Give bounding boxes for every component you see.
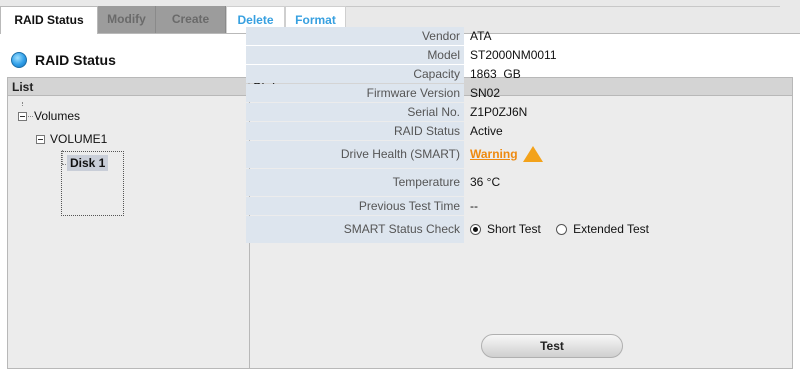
list-header: List <box>8 78 249 96</box>
model-label: Model <box>246 46 464 64</box>
status-row: RAID Status Active <box>246 122 776 140</box>
status-row: SMART Status Check Short Test Extended T… <box>246 216 776 243</box>
warning-link[interactable]: Warning <box>470 147 518 161</box>
drive-health-label: Drive Health (SMART) <box>246 141 464 168</box>
collapse-volumes-icon[interactable] <box>18 112 27 121</box>
smart-check-label: SMART Status Check <box>246 216 464 243</box>
test-button[interactable]: Test <box>481 334 623 358</box>
drive-health-value: Warning <box>464 141 776 168</box>
raid-status-value: Active <box>470 124 503 138</box>
serial-value: Z1P0ZJ6N <box>470 105 528 119</box>
temperature-value: 36 °C <box>470 175 501 189</box>
status-row: Capacity 1863 GB <box>246 65 776 83</box>
status-row: Model ST2000NM0011 <box>246 46 776 64</box>
smart-check-options: Short Test Extended Test <box>464 216 776 243</box>
section-heading: RAID Status <box>11 50 116 70</box>
vendor-label: Vendor <box>246 27 464 45</box>
tab-modify[interactable]: Modify <box>98 6 156 33</box>
status-row: Serial No. Z1P0ZJ6N <box>246 103 776 121</box>
tree-connector <box>22 102 23 106</box>
collapse-volume1-icon[interactable] <box>36 135 45 144</box>
serial-label: Serial No. <box>246 103 464 121</box>
tab-create[interactable]: Create <box>156 6 226 33</box>
model-value: ST2000NM0011 <box>470 48 557 62</box>
status-orb-icon <box>11 52 27 68</box>
previous-test-label: Previous Test Time <box>246 197 464 215</box>
page-title: RAID Status <box>35 52 116 68</box>
status-row: Drive Health (SMART) Warning <box>246 141 776 168</box>
temperature-label: Temperature <box>246 169 464 196</box>
extended-test-label[interactable]: Extended Test <box>573 222 649 236</box>
volume-tree: Volumes VOLUME1 Disk 1 <box>8 96 249 368</box>
tree-connector <box>28 116 33 117</box>
vendor-value: ATA <box>470 29 492 43</box>
status-row: Previous Test Time -- <box>246 197 776 215</box>
capacity-label: Capacity <box>246 65 464 83</box>
tab-raid-status[interactable]: RAID Status <box>0 6 98 34</box>
status-row: Firmware Version SN02 <box>246 84 776 102</box>
extended-test-radio[interactable] <box>556 224 568 235</box>
previous-test-value: -- <box>470 199 478 213</box>
short-test-label[interactable]: Short Test <box>487 222 541 236</box>
firmware-label: Firmware Version <box>246 84 464 102</box>
firmware-value: SN02 <box>470 86 501 100</box>
status-row: Vendor ATA <box>246 27 776 45</box>
warning-triangle-icon <box>522 146 543 162</box>
tree-node-disk1[interactable]: Disk 1 <box>67 155 109 171</box>
raid-status-label: RAID Status <box>246 122 464 140</box>
capacity-value: 1863 GB <box>470 67 521 81</box>
tree-node-volume1[interactable]: VOLUME1 <box>50 132 107 146</box>
status-row: Temperature 36 °C <box>246 169 776 196</box>
status-table: Vendor ATA Model ST2000NM0011 Capacity 1… <box>246 27 776 244</box>
tree-node-volumes[interactable]: Volumes <box>34 109 80 123</box>
short-test-radio[interactable] <box>470 224 481 235</box>
